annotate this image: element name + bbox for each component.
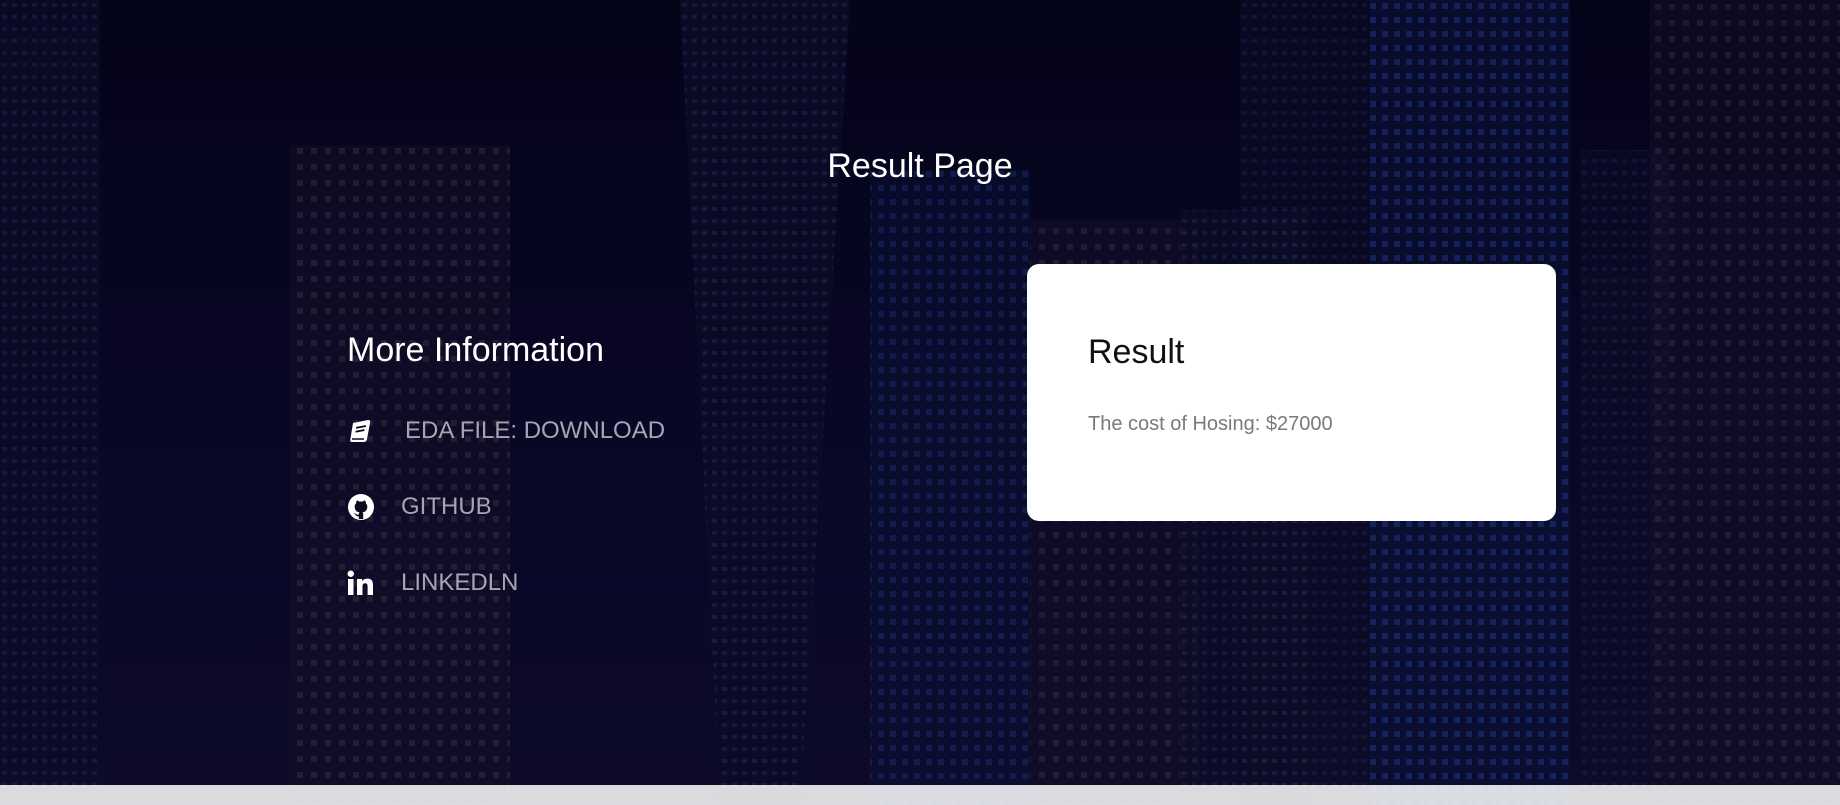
linkedin-icon [347,569,375,597]
page: Result Page More Information EDA FILE: D… [0,0,1840,805]
more-information-section: More Information EDA FILE: DOWNLOAD GITH… [347,328,847,596]
linkedin-label: LINKEDLN [401,569,519,596]
eda-file-download-label: EDA FILE: DOWNLOAD [405,417,666,444]
github-link[interactable]: GITHUB [347,492,492,522]
eda-file-download-link[interactable]: EDA FILE: DOWNLOAD [347,416,665,446]
linkedin-link[interactable]: LINKEDLN [347,568,518,598]
book-icon [347,417,375,445]
result-text: The cost of Hosing: $27000 [1088,413,1333,435]
result-heading: Result [1088,333,1185,371]
github-icon [347,493,375,521]
city-skyline-background [0,0,1840,805]
more-information-heading: More Information [347,331,604,369]
page-title: Result Page [827,147,1013,185]
result-card: Result The cost of Hosing: $27000 [1027,264,1556,521]
github-label: GITHUB [401,493,492,520]
